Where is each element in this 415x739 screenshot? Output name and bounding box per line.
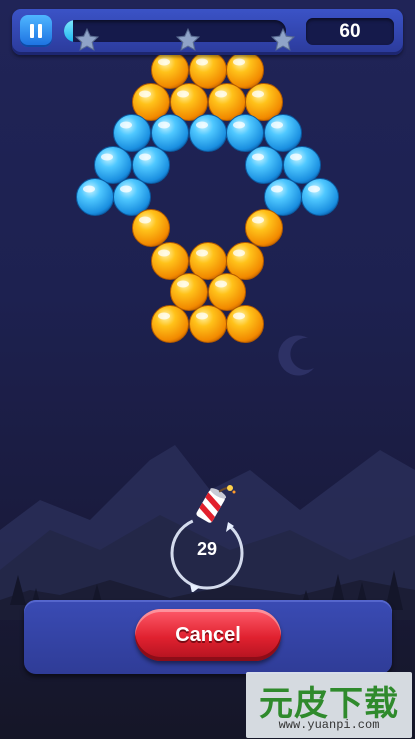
bubble-blue — [283, 146, 321, 184]
bubble-blue — [301, 178, 339, 216]
watermark-url: www.yuanpi.com — [278, 718, 380, 732]
watermark: 元皮下载 www.yuanpi.com — [246, 672, 412, 738]
bubble-orange — [226, 51, 264, 89]
pause-button[interactable] — [20, 15, 52, 47]
bubble-blue — [264, 178, 302, 216]
bubble-orange — [151, 305, 189, 343]
bubble-orange — [208, 273, 246, 311]
shots-remaining: 29 — [196, 539, 218, 559]
bubble-blue — [226, 114, 264, 152]
star-icon — [74, 27, 100, 51]
bubble-blue — [94, 146, 132, 184]
firecracker-icon — [196, 485, 236, 523]
bubble-orange — [132, 209, 170, 247]
bubble-orange — [189, 305, 227, 343]
top-hud: 60 — [12, 9, 403, 55]
bubble-orange — [170, 83, 208, 121]
bubble-blue — [245, 146, 283, 184]
bubble-orange — [245, 209, 283, 247]
bubble-blue — [113, 178, 151, 216]
bubble-orange — [226, 305, 264, 343]
bubble-blue — [189, 114, 227, 152]
star-icon — [175, 27, 201, 51]
bubble-orange — [189, 242, 227, 280]
bubble-blue — [264, 114, 302, 152]
pause-icon — [30, 24, 34, 38]
bubble-orange — [189, 51, 227, 89]
star-icon — [270, 27, 296, 51]
cancel-button[interactable]: Cancel — [135, 609, 281, 661]
score-display: 60 — [306, 18, 394, 45]
game-screen: 60 29 Cancel 元皮下载 www.yuanpi.com — [0, 0, 415, 739]
bubble-blue — [76, 178, 114, 216]
bubble-blue — [113, 114, 151, 152]
bubble-orange — [170, 273, 208, 311]
bubble-orange — [132, 83, 170, 121]
progress-fill — [64, 20, 73, 42]
bubble-orange — [245, 83, 283, 121]
bubble-blue — [132, 146, 170, 184]
bubble-orange — [151, 51, 189, 89]
bubble-blue — [151, 114, 189, 152]
bubble-orange — [151, 242, 189, 280]
